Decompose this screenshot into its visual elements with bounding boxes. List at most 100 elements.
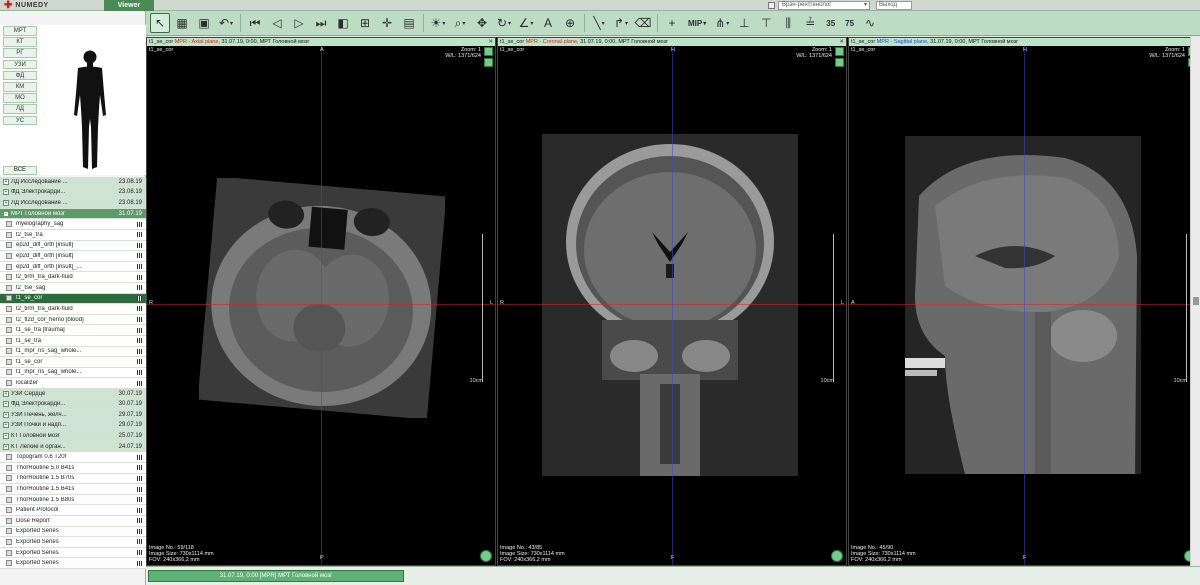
flag-icon[interactable]	[768, 2, 775, 9]
modality-button[interactable]: КМ	[3, 81, 37, 92]
series-row[interactable]: t1_se_tra [trauma]	[0, 325, 146, 336]
split-button[interactable]: ⊞	[355, 13, 375, 33]
film-button[interactable]: ▤	[399, 13, 419, 33]
series-row[interactable]: ep2d_diff_orth [insult]_...	[0, 261, 146, 273]
close-icon[interactable]: ✕	[488, 38, 493, 46]
modality-button[interactable]: КТ	[3, 37, 37, 47]
viewport-2[interactable]: t1_se_cor MPR - Coronal plane, 31.07.19,…	[497, 37, 847, 566]
exit-button[interactable]: Выход	[876, 1, 912, 10]
expand-toggle-icon[interactable]: +	[3, 433, 9, 440]
series-row[interactable]: Exported Series	[0, 526, 146, 538]
viewer-tab[interactable]: Viewer	[104, 0, 154, 11]
reference-lines-button[interactable]: +	[662, 13, 682, 33]
expand-toggle-icon[interactable]: −	[3, 210, 9, 217]
study-row[interactable]: + ФД Электрокарди... 23.08.19	[0, 187, 146, 199]
modality-button[interactable]: ФД	[3, 70, 37, 81]
series-row[interactable]: ThorRoutine 1.5 B41s	[0, 484, 146, 495]
series-row[interactable]: myelography_sag	[0, 219, 146, 230]
invert-button[interactable]: ◧	[333, 13, 353, 33]
angle-button[interactable]: ∠ ▾	[516, 13, 536, 33]
body-silhouette-icon[interactable]	[70, 49, 110, 173]
study-row[interactable]: + КТ Головной мозг 25.07.19	[0, 431, 146, 442]
study-row[interactable]: + УЗИ Сердце 30.07.19	[0, 388, 146, 400]
eraser-button[interactable]: ⌫	[633, 13, 653, 33]
save-icon[interactable]	[484, 47, 493, 56]
next-image-button[interactable]: ▷	[289, 13, 309, 33]
arrow-annotation-button[interactable]: ↱ ▾	[611, 13, 631, 33]
zoom-button[interactable]: ⌕ ▾	[450, 13, 470, 33]
marker-button[interactable]: ⊕	[560, 13, 580, 33]
mpr-button[interactable]: ⋔ ▾	[712, 13, 732, 33]
layout-button[interactable]: ▦	[172, 13, 192, 33]
save-icon[interactable]	[835, 47, 844, 56]
prev-image-button[interactable]: ◁	[267, 13, 287, 33]
viewport-header[interactable]: t1_se_cor MPR - Sagittal plane, 31.07.19…	[849, 38, 1199, 46]
mip-button[interactable]: MIP ▾	[684, 13, 710, 33]
export-icon[interactable]	[484, 58, 493, 67]
study-row[interactable]: + ЛД Исследование ... 23.08.19	[0, 198, 146, 209]
study-row[interactable]: + УЗИ Печень, желч... 29.07.19	[0, 410, 146, 421]
series-row[interactable]: t2_tse_sag	[0, 282, 146, 294]
series-row[interactable]: ThorRoutine 5.0 B41s	[0, 463, 146, 474]
spine-button[interactable]: ≟	[800, 13, 820, 33]
viewport-header[interactable]: t1_se_cor MPR - Axial plane, 31.07.19, 0…	[147, 38, 495, 46]
window-level-button[interactable]: ☀ ▾	[428, 13, 448, 33]
series-row[interactable]: t1_se_cor	[0, 357, 146, 368]
series-row[interactable]: Exported Series	[0, 547, 146, 559]
series-row[interactable]: ThorRoutine 1.5 B80s	[0, 494, 146, 506]
expand-toggle-icon[interactable]: +	[3, 178, 9, 185]
series-row[interactable]: ep2d_diff_orth [insult]	[0, 251, 146, 262]
rotate-button[interactable]: ↻ ▾	[494, 13, 514, 33]
curve-button[interactable]: ∿	[860, 13, 880, 33]
series-row[interactable]: ThorRoutine 1.5 B70s	[0, 473, 146, 485]
series-row[interactable]: localizer	[0, 378, 146, 389]
series-row[interactable]: Exported Series	[0, 537, 146, 548]
expand-toggle-icon[interactable]: +	[3, 443, 9, 450]
study-row[interactable]: + КТ Легкие и орган... 24.07.19	[0, 441, 146, 453]
series-row[interactable]: t1_se_tra	[0, 335, 146, 347]
series-row[interactable]: Dose Report	[0, 516, 146, 527]
series-row[interactable]: t1_mpr_ns_sag_whole...	[0, 367, 146, 379]
modality-button[interactable]: РГ	[3, 48, 37, 58]
last-image-button[interactable]: ⏭	[311, 13, 331, 33]
series-row[interactable]: t1_se_cor	[0, 293, 146, 305]
role-select[interactable]: Врач-рентгенолог ▾	[778, 1, 870, 10]
export-icon[interactable]	[835, 58, 844, 67]
crosshair-button[interactable]: ✛	[377, 13, 397, 33]
save-button[interactable]: ▣	[194, 13, 214, 33]
series-row[interactable]: t2_fl2d_cor_hemo [blood]	[0, 314, 146, 326]
select-tool-button[interactable]: ↖	[150, 13, 170, 33]
open-study-tab[interactable]: 31.07.19, 0:00 [MPR] МРТ Головной мозг	[148, 570, 404, 582]
preset-75-button[interactable]: 75	[841, 13, 858, 33]
series-row[interactable]: t2_tirm_tra_dark-fluid	[0, 272, 146, 283]
modality-button[interactable]: МРТ	[3, 26, 37, 36]
viewport-settings-icon[interactable]	[831, 550, 843, 562]
expand-toggle-icon[interactable]: +	[3, 411, 9, 418]
all-modalities-button[interactable]: ВСЕ	[3, 166, 37, 175]
study-row[interactable]: − МРТ Головной мозг 31.07.19	[0, 208, 146, 220]
text-annotation-button[interactable]: A	[538, 13, 558, 33]
series-row[interactable]: t1_mpr_ns_sag_whole...	[0, 346, 146, 358]
series-row[interactable]: ep2d_diff_orth [insult]	[0, 240, 146, 252]
lung-button[interactable]: ⊤	[756, 13, 776, 33]
study-row[interactable]: + ЛД Исследование ... 23.08.19	[0, 177, 146, 188]
close-icon[interactable]: ✕	[839, 38, 844, 46]
first-image-button[interactable]: ⏮	[245, 13, 265, 33]
series-row[interactable]: t2_tirm_tra_dark-fluid	[0, 304, 146, 315]
study-row[interactable]: + ФД Электрокарди... 30.07.19	[0, 399, 146, 411]
viewport-settings-icon[interactable]	[480, 550, 492, 562]
scrollbar-thumb[interactable]	[1193, 297, 1199, 305]
viewport-1[interactable]: t1_se_cor MPR - Axial plane, 31.07.19, 0…	[146, 37, 496, 566]
series-row[interactable]: Exported Series	[0, 558, 146, 569]
histogram-button[interactable]: ⫼	[778, 13, 798, 33]
study-row[interactable]: + УЗИ Почки и надп... 29.07.19	[0, 420, 146, 432]
modality-button[interactable]: МО	[3, 93, 37, 103]
series-row[interactable]: t2_tse_tra	[0, 229, 146, 241]
series-row[interactable]: Topogram 0.6 T20f	[0, 452, 146, 464]
expand-toggle-icon[interactable]: +	[3, 390, 9, 397]
viewport-header[interactable]: t1_se_cor MPR - Coronal plane, 31.07.19,…	[498, 38, 846, 46]
undo-button[interactable]: ↶ ▾	[216, 13, 236, 33]
right-scrollbar[interactable]	[1190, 37, 1200, 566]
line-measure-button[interactable]: ╲ ▾	[589, 13, 609, 33]
expand-toggle-icon[interactable]: +	[3, 401, 9, 408]
